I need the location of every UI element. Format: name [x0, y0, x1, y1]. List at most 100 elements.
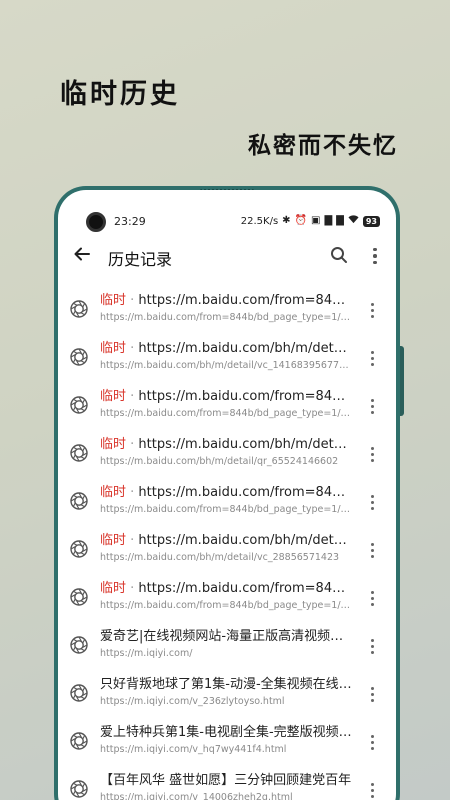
history-item-text: 临时 · https://m.baidu.com/from=844b/bd_pa…	[100, 388, 352, 421]
history-item-url: https://m.iqiyi.com/v_236zlytoyso.html	[100, 696, 285, 707]
vibrate-icon: ▣	[311, 215, 321, 226]
history-item-url: https://m.baidu.com/bh/m/detail/vc_14168…	[100, 360, 352, 371]
temporary-tag: 临时	[100, 485, 127, 500]
history-list: 临时 · https://m.baidu.com/from=844b/bd_pa…	[58, 286, 396, 800]
history-item-text: 临时 · https://m.baidu.com/from=844b/bd_pa…	[100, 580, 352, 613]
item-more-icon[interactable]	[366, 538, 378, 562]
history-item-url: https://m.iqiyi.com/	[100, 648, 193, 659]
history-item[interactable]: 临时 · https://m.baidu.com/from=844b/bd_pa…	[58, 478, 396, 526]
history-item[interactable]: 临时 · https://m.baidu.com/bh/m/detail/vc_…	[58, 334, 396, 382]
history-item-title: https://m.baidu.com/bh/m/detail/vc_28856…	[138, 533, 352, 548]
history-item[interactable]: 临时 · https://m.baidu.com/bh/m/detail/qr_…	[58, 430, 396, 478]
item-more-icon[interactable]	[366, 682, 378, 706]
history-item[interactable]: 爱奇艺|在线视频网站-海量正版高清视频在线观看 https://m.iqiyi.c…	[58, 622, 396, 670]
promo-headline: 临时历史	[60, 79, 180, 110]
history-item[interactable]: 只好背叛地球了第1集-动漫-全集视频在线观看 https://m.iqiyi.co…	[58, 670, 396, 718]
history-item-url: https://m.baidu.com/bh/m/detail/qr_65524…	[100, 456, 339, 467]
history-item-title-line: 只好背叛地球了第1集-动漫-全集视频在线观看	[100, 676, 352, 694]
history-item-title: 爱奇艺|在线视频网站-海量正版高清视频在线观看	[100, 629, 352, 644]
tag-separator: ·	[126, 581, 139, 596]
history-item-url: https://m.baidu.com/from=844b/bd_page_ty…	[100, 504, 352, 515]
history-item-text: 临时 · https://m.baidu.com/bh/m/detail/vc_…	[100, 340, 352, 373]
page-title: 历史记录	[108, 250, 173, 269]
history-item-title-line: 临时 · https://m.baidu.com/bh/m/detail/qr_…	[100, 436, 352, 454]
tag-separator: ·	[126, 437, 139, 452]
history-item-url: https://m.baidu.com/bh/m/detail/vc_28856…	[100, 552, 340, 563]
bluetooth-icon: ✱	[282, 215, 291, 226]
globe-icon	[70, 732, 88, 750]
phone-frame: 23:29 22.5K/s ✱ ⏰ ▣ ▇ ▇ 93 历史记录 临时 · htt…	[54, 186, 404, 800]
history-item-url: https://m.iqiyi.com/v_hq7wy441f4.html	[100, 744, 287, 755]
item-more-icon[interactable]	[366, 298, 378, 322]
back-arrow-icon[interactable]	[70, 244, 94, 268]
history-item-title-line: 爱上特种兵第1集-电视剧全集-完整版视频在线观看	[100, 724, 352, 742]
history-item-title: https://m.baidu.com/bh/m/detail/vc_14168…	[138, 341, 352, 356]
item-more-icon[interactable]	[366, 634, 378, 658]
wifi-icon	[348, 214, 359, 228]
history-item-title: https://m.baidu.com/from=844b/bd_page_ty…	[138, 293, 352, 308]
more-vertical-icon[interactable]	[368, 244, 382, 268]
history-item-url: https://m.baidu.com/from=844b/bd_page_ty…	[100, 600, 352, 611]
history-item[interactable]: 临时 · https://m.baidu.com/from=844b/bd_pa…	[58, 382, 396, 430]
status-time: 23:29	[114, 215, 146, 228]
history-item[interactable]: 临时 · https://m.baidu.com/from=844b/bd_pa…	[58, 574, 396, 622]
history-item-text: 只好背叛地球了第1集-动漫-全集视频在线观看 https://m.iqiyi.co…	[100, 676, 352, 709]
phone-screen: 23:29 22.5K/s ✱ ⏰ ▣ ▇ ▇ 93 历史记录 临时 · htt…	[58, 190, 396, 800]
tag-separator: ·	[126, 533, 139, 548]
status-icons: 22.5K/s ✱ ⏰ ▣ ▇ ▇ 93	[241, 214, 380, 228]
history-item-text: 临时 · https://m.baidu.com/bh/m/detail/vc_…	[100, 532, 352, 565]
globe-icon	[70, 300, 88, 318]
globe-icon	[70, 540, 88, 558]
history-item-title-line: 临时 · https://m.baidu.com/from=844b/bd_pa…	[100, 388, 352, 406]
history-item-text: 临时 · https://m.baidu.com/from=844b/bd_pa…	[100, 292, 352, 325]
history-item-title: 爱上特种兵第1集-电视剧全集-完整版视频在线观看	[100, 725, 352, 740]
globe-icon	[70, 492, 88, 510]
item-more-icon[interactable]	[366, 730, 378, 754]
temporary-tag: 临时	[100, 533, 127, 548]
history-item[interactable]: 【百年风华 盛世如愿】三分钟回顾建党百年 https://m.iqiyi.com/…	[58, 766, 396, 800]
temporary-tag: 临时	[100, 581, 127, 596]
promo-subline: 私密而不失忆	[248, 133, 398, 159]
status-bar: 23:29 22.5K/s ✱ ⏰ ▣ ▇ ▇ 93	[58, 190, 396, 232]
temporary-tag: 临时	[100, 341, 127, 356]
history-item-title-line: 临时 · https://m.baidu.com/from=844b/bd_pa…	[100, 484, 352, 502]
battery-indicator: 93	[362, 215, 380, 227]
hd-signal-icon: ▇	[324, 215, 333, 226]
history-item-text: 临时 · https://m.baidu.com/from=844b/bd_pa…	[100, 484, 352, 517]
history-item-text: 爱奇艺|在线视频网站-海量正版高清视频在线观看 https://m.iqiyi.c…	[100, 628, 352, 661]
history-item-url: https://m.baidu.com/from=844b/bd_page_ty…	[100, 312, 352, 323]
history-item-title-line: 临时 · https://m.baidu.com/from=844b/bd_pa…	[100, 580, 352, 598]
item-more-icon[interactable]	[366, 586, 378, 610]
globe-icon	[70, 780, 88, 798]
history-item-title-line: 临时 · https://m.baidu.com/bh/m/detail/vc_…	[100, 340, 352, 358]
history-item[interactable]: 临时 · https://m.baidu.com/bh/m/detail/vc_…	[58, 526, 396, 574]
alarm-icon: ⏰	[294, 215, 307, 226]
item-more-icon[interactable]	[366, 442, 378, 466]
tag-separator: ·	[126, 485, 139, 500]
history-item-title-line: 【百年风华 盛世如愿】三分钟回顾建党百年	[100, 772, 352, 790]
temporary-tag: 临时	[100, 293, 127, 308]
item-more-icon[interactable]	[366, 394, 378, 418]
item-more-icon[interactable]	[366, 346, 378, 370]
temporary-tag: 临时	[100, 389, 127, 404]
history-item-title: https://m.baidu.com/from=844b/bd_page_ty…	[138, 485, 352, 500]
history-item-text: 临时 · https://m.baidu.com/bh/m/detail/qr_…	[100, 436, 352, 469]
hd-signal-icon: ▇	[336, 215, 344, 226]
globe-icon	[70, 444, 88, 462]
globe-icon	[70, 348, 88, 366]
history-item-text: 爱上特种兵第1集-电视剧全集-完整版视频在线观看 https://m.iqiyi.…	[100, 724, 352, 757]
history-item[interactable]: 爱上特种兵第1集-电视剧全集-完整版视频在线观看 https://m.iqiyi.…	[58, 718, 396, 766]
globe-icon	[70, 396, 88, 414]
history-item-text: 【百年风华 盛世如愿】三分钟回顾建党百年 https://m.iqiyi.com/…	[100, 772, 352, 800]
history-item-title: https://m.baidu.com/from=844b/bd_page_ty…	[138, 389, 352, 404]
item-more-icon[interactable]	[366, 778, 378, 800]
history-item[interactable]: 临时 · https://m.baidu.com/from=844b/bd_pa…	[58, 286, 396, 334]
toolbar: 历史记录	[58, 236, 396, 276]
history-item-title: 【百年风华 盛世如愿】三分钟回顾建党百年	[100, 773, 352, 788]
front-camera	[86, 212, 106, 232]
globe-icon	[70, 636, 88, 654]
item-more-icon[interactable]	[366, 490, 378, 514]
search-icon[interactable]	[330, 246, 350, 266]
history-item-title-line: 临时 · https://m.baidu.com/bh/m/detail/vc_…	[100, 532, 352, 550]
history-item-title-line: 临时 · https://m.baidu.com/from=844b/bd_pa…	[100, 292, 352, 310]
